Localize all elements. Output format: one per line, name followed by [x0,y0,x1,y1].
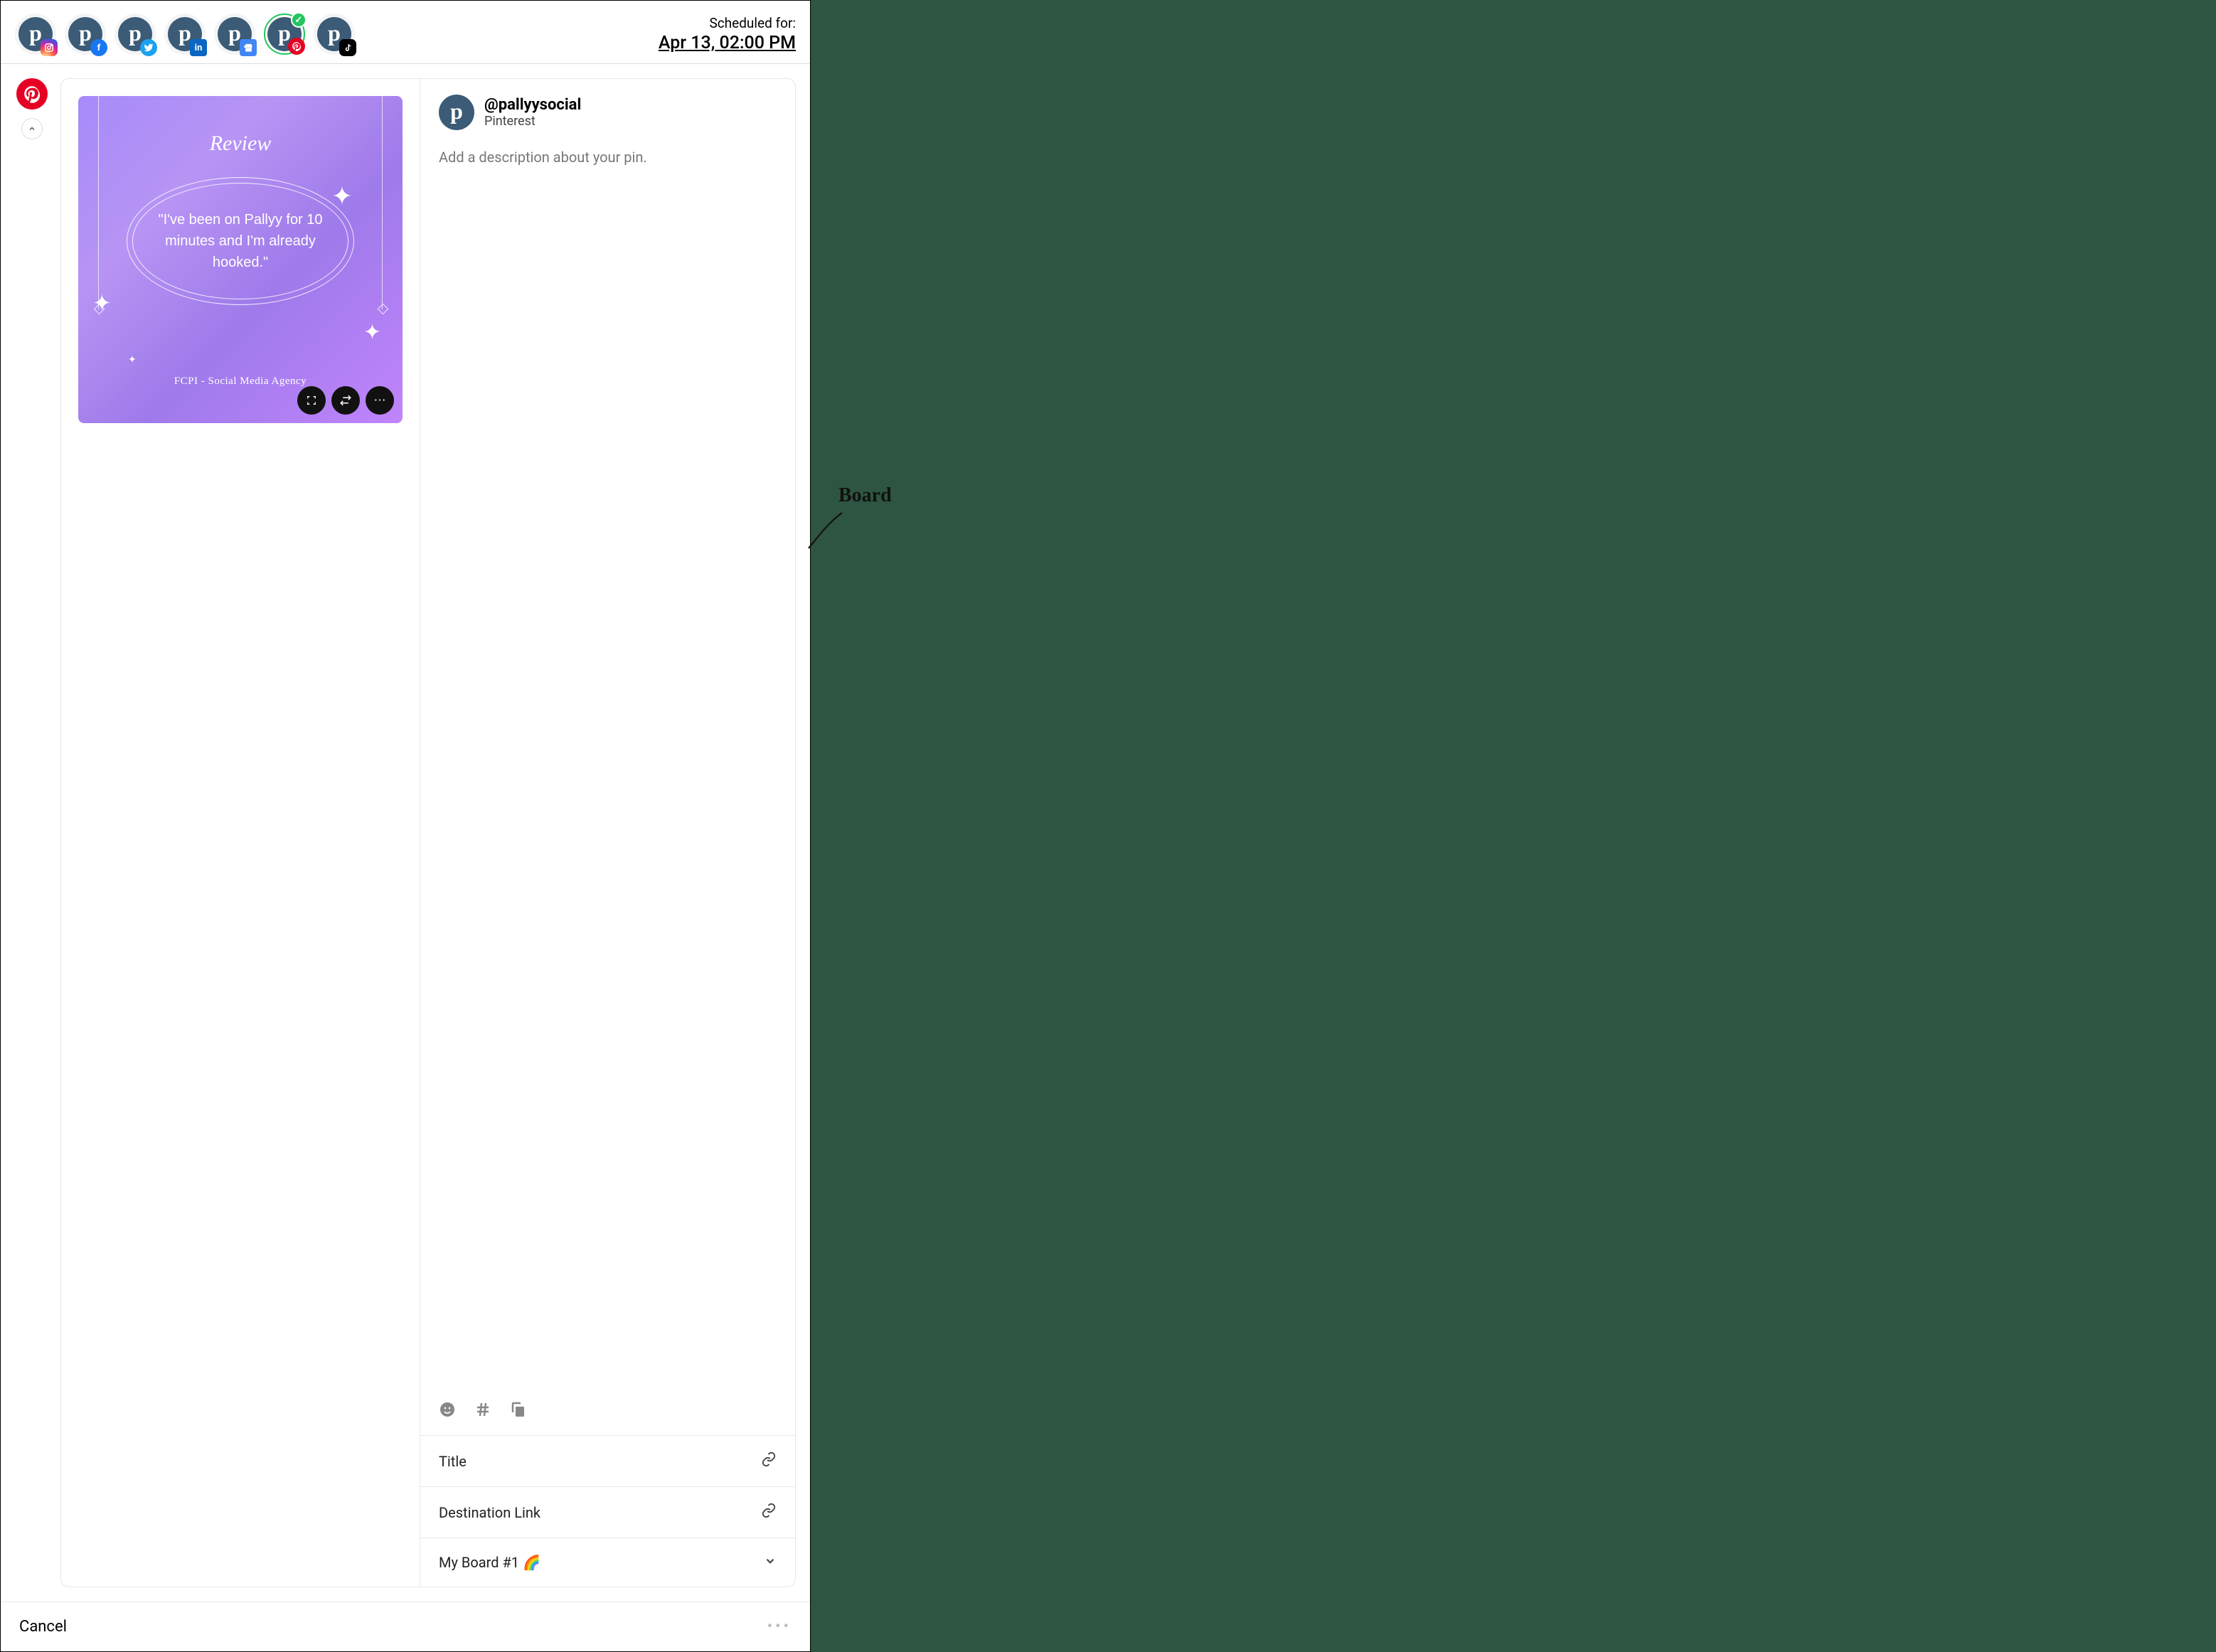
media-more-button[interactable]: ⋯ [366,386,394,415]
account-twitter[interactable] [114,14,156,55]
account-google-my-business[interactable] [214,14,255,55]
footer-more-button[interactable]: ••• [767,1618,792,1636]
composer-card: Review "I've been on Pallyy for 10 minut… [60,78,796,1587]
collapse-button[interactable] [21,118,43,139]
form-pane: @pallyysocial Pinterest Add a descriptio… [420,79,795,1587]
board-value: My Board #1 🌈 [439,1554,540,1571]
sparkle-icon: ✦ [331,181,353,211]
media-pane: Review "I've been on Pallyy for 10 minut… [61,79,420,1587]
hashtag-icon [474,1401,491,1418]
board-select[interactable]: My Board #1 🌈 [420,1538,795,1587]
account-header: @pallyysocial Pinterest [420,79,795,136]
account-instagram[interactable] [15,14,56,55]
sparkle-icon: ✦ [92,289,112,316]
network-rail [15,78,49,1587]
cancel-button[interactable]: Cancel [19,1618,67,1636]
top-bar: f in [1,1,810,64]
account-facebook[interactable]: f [65,14,106,55]
link-icon [761,1503,777,1522]
swap-icon [339,394,352,407]
annotation-arrow-icon [803,506,853,555]
media-actions: ⋯ [297,386,394,415]
composer-footer: Cancel ••• [1,1602,810,1651]
destination-label: Destination Link [439,1504,540,1521]
instagram-icon [41,39,58,56]
copy-button[interactable] [510,1401,527,1422]
account-linkedin[interactable]: in [164,14,206,55]
tiktok-icon [339,39,356,56]
scheduled-label: Scheduled for: [659,15,796,31]
account-pinterest[interactable] [264,14,305,55]
expand-button[interactable] [297,386,326,415]
media-preview: Review "I've been on Pallyy for 10 minut… [78,96,403,423]
composer-modal: f in [0,0,811,1652]
emoji-button[interactable] [439,1401,456,1422]
emoji-icon [439,1401,456,1418]
media-attribution: FCPI - Social Media Agency [174,375,307,388]
media-quote: "I've been on Pallyy for 10 minutes and … [127,177,354,305]
chevron-up-icon [28,124,36,133]
decorative-line [382,96,383,309]
description-input[interactable]: Add a description about your pin. [420,136,795,1391]
account-network-label: Pinterest [484,114,581,129]
composer-tools [420,1391,795,1435]
twitter-icon [140,39,157,56]
scheduled-info: Scheduled for: Apr 13, 02:00 PM [659,15,796,53]
pallyy-logo-icon [439,95,474,130]
copy-icon [510,1401,527,1418]
chevron-down-icon [764,1554,777,1571]
account-tiktok[interactable] [314,14,355,55]
pinterest-indicator-icon[interactable] [16,78,48,110]
decorative-line [98,96,99,309]
linkedin-icon: in [190,39,207,56]
scheduled-time[interactable]: Apr 13, 02:00 PM [659,33,796,53]
destination-link-field[interactable]: Destination Link [420,1486,795,1538]
account-switcher: f in [15,14,355,55]
hashtag-button[interactable] [474,1401,491,1422]
sparkle-icon: ✦ [128,354,137,366]
facebook-icon: f [90,39,107,56]
link-icon [761,1451,777,1471]
expand-icon [306,395,317,406]
sparkle-icon: ✦ [363,320,381,345]
swap-button[interactable] [331,386,360,415]
media-quote-frame: "I've been on Pallyy for 10 minutes and … [127,177,354,305]
more-icon: ⋯ [374,393,386,407]
composer-body: Review "I've been on Pallyy for 10 minut… [1,64,810,1602]
media-title: Review [210,132,272,156]
check-icon [291,12,307,28]
google-my-business-icon [240,39,257,56]
annotation-label: Board [838,484,892,507]
title-label: Title [439,1453,467,1470]
pinterest-icon [288,38,305,55]
title-field[interactable]: Title [420,1435,795,1486]
account-handle: @pallyysocial [484,96,581,114]
